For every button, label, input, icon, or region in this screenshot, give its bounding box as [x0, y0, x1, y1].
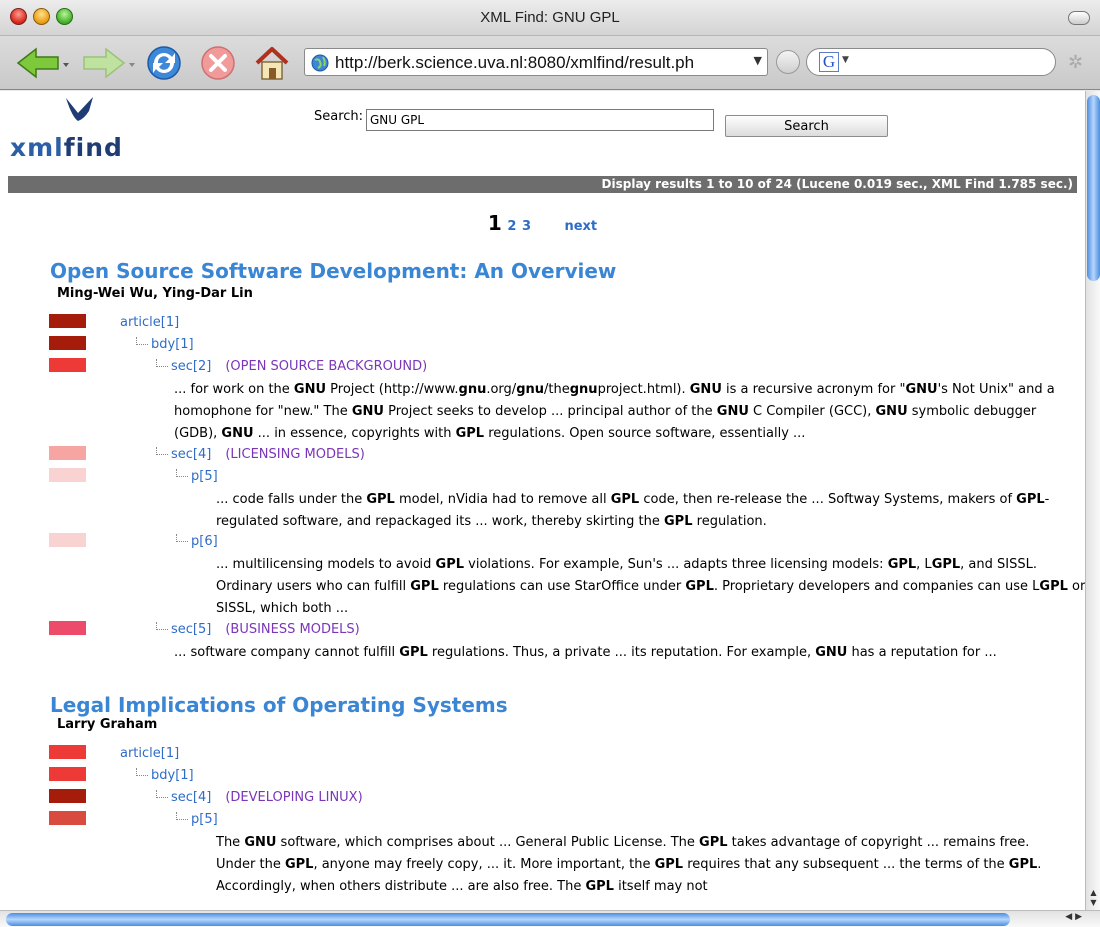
logo-text: xmlfind: [10, 133, 123, 162]
node-label[interactable]: bdy[1]: [151, 337, 194, 352]
window-title: XML Find: GNU GPL: [480, 9, 620, 26]
tree-node[interactable]: p[6]: [176, 534, 218, 549]
relevance-bar: [49, 336, 86, 350]
node-label[interactable]: article[1]: [120, 746, 179, 761]
horizontal-scroll-thumb[interactable]: [6, 913, 1010, 926]
vertical-scroll-arrows[interactable]: ▲ ▼: [1086, 888, 1100, 908]
result-snippet: ... multilicensing models to avoid GPL v…: [216, 557, 1085, 616]
url-dropdown-icon[interactable]: ▼: [754, 54, 762, 67]
node-label[interactable]: p[6]: [191, 534, 218, 549]
reload-icon[interactable]: [144, 43, 184, 83]
tree-node[interactable]: sec[4] (LICENSING MODELS): [156, 447, 365, 462]
node-label[interactable]: bdy[1]: [151, 768, 194, 783]
search-engine-box[interactable]: G ▼: [806, 48, 1056, 76]
vertical-scrollbar[interactable]: ▲ ▼: [1085, 91, 1100, 910]
tree-node[interactable]: sec[4] (DEVELOPING LINUX): [156, 790, 363, 805]
tree-node[interactable]: article[1]: [120, 746, 179, 761]
relevance-bar: [49, 533, 86, 547]
tree-node[interactable]: sec[5] (BUSINESS MODELS): [156, 622, 360, 637]
url-text[interactable]: http://berk.science.uva.nl:8080/xmlfind/…: [335, 53, 694, 73]
page-link-3[interactable]: 3: [522, 219, 531, 234]
node-label[interactable]: sec[4]: [171, 447, 211, 462]
stop-icon[interactable]: [198, 43, 238, 83]
node-label[interactable]: sec[5]: [171, 622, 211, 637]
forward-arrow-icon[interactable]: [80, 43, 136, 83]
tree-node[interactable]: bdy[1]: [136, 337, 194, 352]
go-button[interactable]: [776, 50, 800, 74]
node-label[interactable]: sec[2]: [171, 359, 211, 374]
horizontal-scroll-arrows[interactable]: ◀ ▶: [1065, 912, 1082, 922]
relevance-bar: [49, 358, 86, 372]
result-snippet: The GNU software, which comprises about …: [216, 835, 1042, 894]
section-title[interactable]: (DEVELOPING LINUX): [225, 790, 362, 805]
tree-node[interactable]: bdy[1]: [136, 768, 194, 783]
relevance-bar: [49, 621, 86, 635]
result-authors: Larry Graham: [57, 717, 158, 732]
results-info-bar: Display results 1 to 10 of 24 (Lucene 0.…: [8, 176, 1077, 193]
globe-icon: [311, 54, 329, 72]
page-content: xmlfind Search: Search Display results 1…: [0, 91, 1085, 910]
result-snippet: ... software company cannot fulfill GPL …: [174, 645, 997, 660]
tree-node[interactable]: article[1]: [120, 315, 179, 330]
node-label[interactable]: article[1]: [120, 315, 179, 330]
address-bar[interactable]: http://berk.science.uva.nl:8080/xmlfind/…: [304, 48, 768, 76]
search-button[interactable]: Search: [725, 115, 888, 137]
next-page-link[interactable]: next: [564, 219, 597, 234]
section-title[interactable]: (OPEN SOURCE BACKGROUND): [225, 359, 427, 374]
relevance-bar: [49, 314, 86, 328]
result-title[interactable]: Legal Implications of Operating Systems: [50, 693, 508, 717]
result-snippet: ... code falls under the GPL model, nVid…: [216, 492, 1050, 529]
toolbar-toggle-button[interactable]: [1068, 11, 1090, 25]
tree-node[interactable]: p[5]: [176, 812, 218, 827]
search-input[interactable]: [366, 109, 714, 131]
home-icon[interactable]: [252, 43, 292, 83]
relevance-bar: [49, 789, 86, 803]
page-link-2[interactable]: 2: [507, 219, 516, 234]
google-icon[interactable]: G: [819, 52, 839, 72]
current-page: 1: [487, 211, 502, 235]
relevance-bar: [49, 446, 86, 460]
tree-node[interactable]: p[5]: [176, 469, 218, 484]
vertical-scroll-thumb[interactable]: [1087, 95, 1100, 281]
xmlfind-logo[interactable]: xmlfind: [8, 95, 148, 165]
relevance-bar: [49, 468, 86, 482]
search-engine-dropdown-icon[interactable]: ▼: [842, 55, 849, 65]
activity-spinner-icon: ✲: [1068, 52, 1084, 73]
title-bar: XML Find: GNU GPL: [0, 0, 1100, 36]
browser-window: XML Find: GNU GPL http://berk.science.uv…: [0, 0, 1100, 927]
pagination: 1 2 3 next: [0, 211, 1085, 235]
navigation-toolbar: http://berk.science.uva.nl:8080/xmlfind/…: [0, 36, 1100, 90]
result-title[interactable]: Open Source Software Development: An Ove…: [50, 259, 616, 283]
search-label: Search:: [314, 109, 364, 124]
tree-node[interactable]: sec[2] (OPEN SOURCE BACKGROUND): [156, 359, 427, 374]
result-snippet: ... for work on the GNU Project (http://…: [174, 382, 1055, 441]
node-label[interactable]: sec[4]: [171, 790, 211, 805]
section-title[interactable]: (LICENSING MODELS): [225, 447, 364, 462]
relevance-bar: [49, 767, 86, 781]
bird-logo-icon: [66, 97, 93, 121]
relevance-bar: [49, 745, 86, 759]
node-label[interactable]: p[5]: [191, 812, 218, 827]
result-authors: Ming-Wei Wu, Ying-Dar Lin: [57, 286, 253, 301]
back-arrow-icon[interactable]: [14, 43, 70, 83]
section-title[interactable]: (BUSINESS MODELS): [225, 622, 359, 637]
node-label[interactable]: p[5]: [191, 469, 218, 484]
relevance-bar: [49, 811, 86, 825]
horizontal-scrollbar[interactable]: ◀ ▶: [0, 910, 1100, 927]
